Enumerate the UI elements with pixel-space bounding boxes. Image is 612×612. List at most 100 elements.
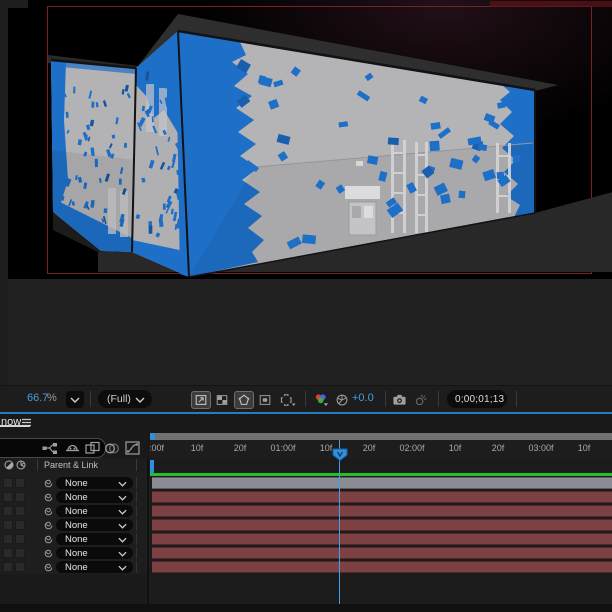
- layer-motion-blur-switch[interactable]: [15, 506, 25, 516]
- ruler-label: 02:00f: [399, 443, 425, 453]
- layer-row-controls: None: [0, 490, 147, 505]
- layer-quality-switch[interactable]: [3, 562, 13, 572]
- ruler-label: 20f: [491, 443, 505, 453]
- layer-motion-blur-switch[interactable]: [15, 548, 25, 558]
- timeline-bottom-scrollbar: [0, 604, 612, 612]
- ruler-label: 20f: [233, 443, 247, 453]
- layer-duration-bar[interactable]: [152, 505, 612, 517]
- parent-link-dropdown[interactable]: None: [56, 477, 133, 489]
- layer-duration-bar[interactable]: [152, 561, 612, 573]
- chevron-down-icon: [118, 523, 127, 529]
- take-snapshot-button[interactable]: [390, 391, 408, 408]
- motion-blur-column-icon: [16, 460, 26, 470]
- layer-quality-switch[interactable]: [3, 492, 13, 502]
- viewer-toolbar: 66.7 % (Full) +0.0 0;00;01;13: [0, 385, 612, 413]
- ruler-label: 03:00f: [528, 443, 554, 453]
- chevron-down-icon: [118, 509, 127, 515]
- layer-row: None: [0, 490, 612, 505]
- parent-pickwhip-icon[interactable]: [43, 548, 54, 559]
- layer-row-controls: None: [0, 546, 147, 561]
- parent-link-dropdown[interactable]: None: [56, 519, 133, 531]
- parent-pickwhip-icon[interactable]: [43, 506, 54, 517]
- parent-pickwhip-icon[interactable]: [43, 520, 54, 531]
- chevron-down-icon: [118, 551, 127, 557]
- graph-editor-button[interactable]: [123, 440, 141, 456]
- layer-motion-blur-switch[interactable]: [15, 520, 25, 530]
- timecode-display[interactable]: 0;00;01;13: [447, 390, 507, 408]
- layer-duration-bar[interactable]: [152, 491, 612, 503]
- layer-quality-switch[interactable]: [3, 520, 13, 530]
- layer-motion-blur-switch[interactable]: [15, 492, 25, 502]
- rgb-channels-icon: [315, 394, 329, 407]
- parent-pickwhip-icon[interactable]: [43, 478, 54, 489]
- layer-motion-blur-switch[interactable]: [15, 478, 25, 488]
- parent-link-dropdown[interactable]: None: [56, 561, 133, 573]
- show-snapshot-button[interactable]: [411, 391, 429, 408]
- layer-quality-switch[interactable]: [3, 506, 13, 516]
- work-area-bar[interactable]: [150, 433, 612, 440]
- choose-grid-guides-button[interactable]: [191, 391, 211, 409]
- parent-pickwhip-icon[interactable]: [43, 534, 54, 545]
- parent-link-value: None: [65, 506, 88, 517]
- parent-link-value: None: [65, 492, 88, 503]
- layer-quality-switch[interactable]: [3, 478, 13, 488]
- parent-link-dropdown[interactable]: None: [56, 505, 133, 517]
- layer-duration-bar[interactable]: [152, 519, 612, 531]
- mini-flowchart-icon: [42, 442, 57, 454]
- chevron-down-icon: [135, 397, 145, 403]
- layer-duration-bar[interactable]: [152, 477, 612, 489]
- parent-link-value: None: [65, 548, 88, 559]
- parent-pickwhip-icon[interactable]: [43, 492, 54, 503]
- mask-visibility-button[interactable]: [234, 391, 254, 409]
- ruler-label: 01:00f: [270, 443, 296, 453]
- aperture-icon: [336, 394, 348, 405]
- motion-blur-icon: [105, 443, 119, 453]
- transparency-grid-button[interactable]: [213, 391, 231, 408]
- graph-editor-icon: [124, 441, 140, 455]
- layer-quality-switch[interactable]: [3, 534, 13, 544]
- layer-row-controls: None: [0, 518, 147, 533]
- frame-blend-button[interactable]: [83, 440, 101, 456]
- ruler-label: 10f: [448, 443, 462, 453]
- layer-quality-switch[interactable]: [3, 548, 13, 558]
- layer-duration-bar[interactable]: [152, 547, 612, 559]
- composition-viewport[interactable]: [8, 0, 612, 279]
- chevron-down-icon: [118, 495, 127, 501]
- channels-button[interactable]: [311, 391, 331, 408]
- parent-link-dropdown[interactable]: None: [56, 547, 133, 559]
- playhead-line[interactable]: [339, 440, 340, 604]
- layer-row: None: [0, 532, 612, 547]
- checkerboard-icon: [216, 394, 228, 405]
- parent-link-value: None: [65, 534, 88, 545]
- grid-guides-icon: [195, 395, 207, 405]
- layer-motion-blur-switch[interactable]: [15, 534, 25, 544]
- exposure-value[interactable]: +0.0: [352, 392, 374, 404]
- hide-shy-layers-button[interactable]: [63, 440, 81, 456]
- panel-edge: [0, 0, 8, 385]
- exposure-button[interactable]: [333, 391, 351, 408]
- layer-list-empty-area: [0, 574, 147, 604]
- ruler-label: 20f: [362, 443, 376, 453]
- mask-path-icon: [238, 394, 250, 405]
- layer-row: None: [0, 504, 612, 519]
- ruler-label: 10f: [319, 443, 333, 453]
- layer-motion-blur-switch[interactable]: [15, 562, 25, 572]
- motion-blur-button[interactable]: [103, 440, 121, 456]
- work-area-start-bracket[interactable]: [150, 433, 155, 440]
- layer-row: None: [0, 560, 612, 575]
- shy-layer-icon: [65, 444, 79, 451]
- composition-viewer-panel: 66.7 % (Full) +0.0 0;00;01;13: [0, 0, 612, 413]
- show-snapshot-icon: [415, 394, 427, 405]
- mini-flowchart-button[interactable]: [41, 440, 59, 456]
- view-options-button[interactable]: [277, 391, 299, 408]
- playhead-handle[interactable]: [332, 448, 348, 461]
- parent-pickwhip-icon[interactable]: [43, 562, 54, 573]
- layer-duration-bar[interactable]: [152, 533, 612, 545]
- region-of-interest-button[interactable]: [256, 391, 274, 408]
- zoom-menu-button[interactable]: [66, 391, 84, 408]
- active-tab-underline: [0, 425, 30, 427]
- parent-link-dropdown[interactable]: None: [56, 533, 133, 545]
- parent-link-dropdown[interactable]: None: [56, 491, 133, 503]
- zoom-value[interactable]: 66.7: [27, 392, 48, 404]
- resolution-dropdown[interactable]: (Full): [98, 390, 152, 408]
